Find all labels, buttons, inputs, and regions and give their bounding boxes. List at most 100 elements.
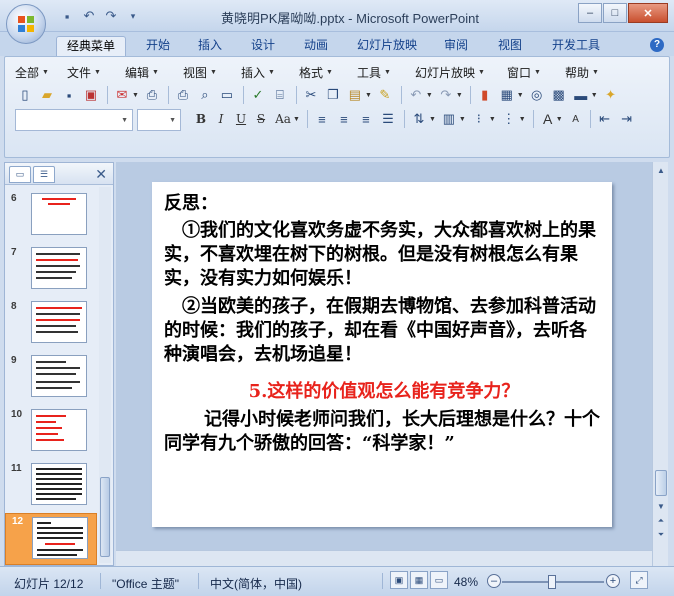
redo-icon[interactable]: ↷ xyxy=(436,85,456,105)
print-icon[interactable]: ⎙ xyxy=(173,85,193,105)
font-name-combo[interactable]: ▼ xyxy=(15,109,133,131)
align-center-icon[interactable]: ≡ xyxy=(334,109,354,129)
numbering-icon[interactable]: ⋮ xyxy=(499,109,519,129)
normal-view-icon[interactable]: ▣ xyxy=(390,571,408,589)
spelling-icon[interactable]: ✓ xyxy=(248,85,268,105)
italic-button[interactable]: I xyxy=(211,110,231,128)
menu-all[interactable]: 全部 ▼ xyxy=(15,64,67,81)
strikethrough-button[interactable]: S xyxy=(251,110,271,128)
save-icon[interactable]: ▪ xyxy=(59,85,79,105)
change-case-button[interactable]: Aa xyxy=(271,110,295,128)
copy-icon[interactable]: ❐ xyxy=(323,85,343,105)
zoom-level[interactable]: 48% xyxy=(454,575,478,589)
office-button[interactable] xyxy=(6,4,46,44)
zoom-slider-knob[interactable] xyxy=(548,575,556,589)
slide-thumbnail[interactable]: 8 xyxy=(5,299,97,349)
next-slide-icon[interactable]: ⏷ xyxy=(653,528,669,542)
cut-icon[interactable]: ✂ xyxy=(301,85,321,105)
menu-edit[interactable]: 编辑 ▼ xyxy=(125,64,183,81)
fit-to-window-icon[interactable]: ⤢ xyxy=(630,571,648,589)
insert-table-icon[interactable]: ▦ xyxy=(497,85,517,105)
publish-icon[interactable]: ⎙ xyxy=(142,85,162,105)
bold-button[interactable]: B xyxy=(191,110,211,128)
tab-classic-menu[interactable]: 经典菜单 xyxy=(56,36,126,56)
zoom-out-icon[interactable]: – xyxy=(487,574,501,588)
slide-thumbnail[interactable]: 9 xyxy=(5,353,97,403)
previous-slide-icon[interactable]: ⏶ xyxy=(653,514,669,528)
print-preview-icon[interactable]: ⌕ xyxy=(195,85,215,105)
scroll-down-icon[interactable]: ▼ xyxy=(653,500,669,514)
menu-slideshow[interactable]: 幻灯片放映 ▼ xyxy=(415,64,507,81)
slide-thumbnail[interactable]: 11 xyxy=(5,461,97,511)
close-button[interactable]: ✕ xyxy=(628,3,668,23)
close-panel-icon[interactable]: ✕ xyxy=(95,166,107,183)
language-indicator[interactable]: 中文(简体，中国) xyxy=(210,575,302,592)
bullets-icon[interactable]: ⁝ xyxy=(469,109,489,129)
slideshow-view-icon[interactable]: ▭ xyxy=(430,571,448,589)
align-right-icon[interactable]: ≡ xyxy=(356,109,376,129)
new-document-icon[interactable]: ▯ xyxy=(15,85,35,105)
increase-indent-icon[interactable]: ⇥ xyxy=(617,109,637,129)
menu-window[interactable]: 窗口 ▼ xyxy=(507,64,565,81)
help-icon[interactable]: ? xyxy=(650,38,664,52)
vertical-scroll-thumb[interactable] xyxy=(655,470,667,496)
panel-scrollbar[interactable] xyxy=(99,187,111,563)
menu-help[interactable]: 帮助 ▼ xyxy=(565,64,615,81)
slide-view-icon[interactable]: ▭ xyxy=(217,85,237,105)
vertical-scrollbar[interactable]: ▲ ▼ ⏶ ⏷ xyxy=(652,162,668,566)
slides-tab-icon[interactable]: ▭ xyxy=(9,166,31,183)
color-grayscale-icon[interactable]: ▬ xyxy=(571,85,591,105)
new-slide-icon[interactable]: ✦ xyxy=(601,85,621,105)
tab-slideshow[interactable]: 幻灯片放映 xyxy=(350,36,424,56)
menu-format[interactable]: 格式 ▼ xyxy=(299,64,357,81)
undo-icon[interactable]: ↶ xyxy=(406,85,426,105)
align-left-icon[interactable]: ≡ xyxy=(312,109,332,129)
open-folder-icon[interactable]: ▰ xyxy=(37,85,57,105)
maximize-button[interactable]: □ xyxy=(603,3,627,23)
save-icon[interactable]: ▪ xyxy=(58,7,76,25)
tab-home[interactable]: 开始 xyxy=(138,36,178,56)
permission-icon[interactable]: ▣ xyxy=(81,85,101,105)
tab-insert[interactable]: 插入 xyxy=(190,36,230,56)
paste-icon[interactable]: ▤ xyxy=(345,85,365,105)
columns-icon[interactable]: ▥ xyxy=(439,109,459,129)
insert-chart-icon[interactable]: ▮ xyxy=(475,85,495,105)
menu-file[interactable]: 文件 ▼ xyxy=(67,64,125,81)
format-painter-icon[interactable]: ✎ xyxy=(375,85,395,105)
tab-developer[interactable]: 开发工具 xyxy=(544,36,608,56)
font-grow-button[interactable]: A xyxy=(538,110,558,128)
customize-qat-icon[interactable]: ▾ xyxy=(124,7,142,25)
tab-animations[interactable]: 动画 xyxy=(296,36,336,56)
slide-thumbnail-selected[interactable]: 12 xyxy=(5,513,97,565)
tab-review[interactable]: 审阅 xyxy=(436,36,476,56)
tab-view[interactable]: 视图 xyxy=(490,36,530,56)
undo-icon[interactable]: ↶ xyxy=(80,7,98,25)
slide-thumbnail[interactable]: 7 xyxy=(5,245,97,295)
underline-button[interactable]: U xyxy=(231,110,251,128)
slide-thumbnail[interactable]: 6 xyxy=(5,191,97,241)
insert-picture-icon[interactable]: ◎ xyxy=(527,85,547,105)
email-icon[interactable]: ✉ xyxy=(112,85,132,105)
decrease-indent-icon[interactable]: ⇤ xyxy=(595,109,615,129)
slide-thumbnail[interactable]: 10 xyxy=(5,407,97,457)
menu-view[interactable]: 视图 ▼ xyxy=(183,64,241,81)
justify-icon[interactable]: ☰ xyxy=(378,109,398,129)
font-size-combo[interactable]: ▼ xyxy=(137,109,181,131)
grid-icon[interactable]: ▩ xyxy=(549,85,569,105)
redo-icon[interactable]: ↷ xyxy=(102,7,120,25)
slide-canvas[interactable]: 反思： ①我们的文化喜欢务虚不务实，大众都喜欢树上的果实，不喜欢埋在树下的树根。… xyxy=(152,182,612,527)
zoom-in-icon[interactable]: + xyxy=(606,574,620,588)
font-shrink-button[interactable]: A xyxy=(566,110,586,128)
minimize-button[interactable]: – xyxy=(578,3,602,23)
slide-sorter-icon[interactable]: ▦ xyxy=(410,571,428,589)
text-direction-icon[interactable]: ⇅ xyxy=(409,109,429,129)
slide-number: 10 xyxy=(11,409,23,420)
horizontal-scrollbar[interactable] xyxy=(116,550,652,566)
menu-insert[interactable]: 插入 ▼ xyxy=(241,64,299,81)
tab-design[interactable]: 设计 xyxy=(243,36,283,56)
panel-scroll-thumb[interactable] xyxy=(100,477,110,557)
scroll-up-icon[interactable]: ▲ xyxy=(653,164,669,178)
outline-tab-icon[interactable]: ☰ xyxy=(33,166,55,183)
menu-tools[interactable]: 工具 ▼ xyxy=(357,64,415,81)
research-icon[interactable]: ⌸ xyxy=(270,85,290,105)
